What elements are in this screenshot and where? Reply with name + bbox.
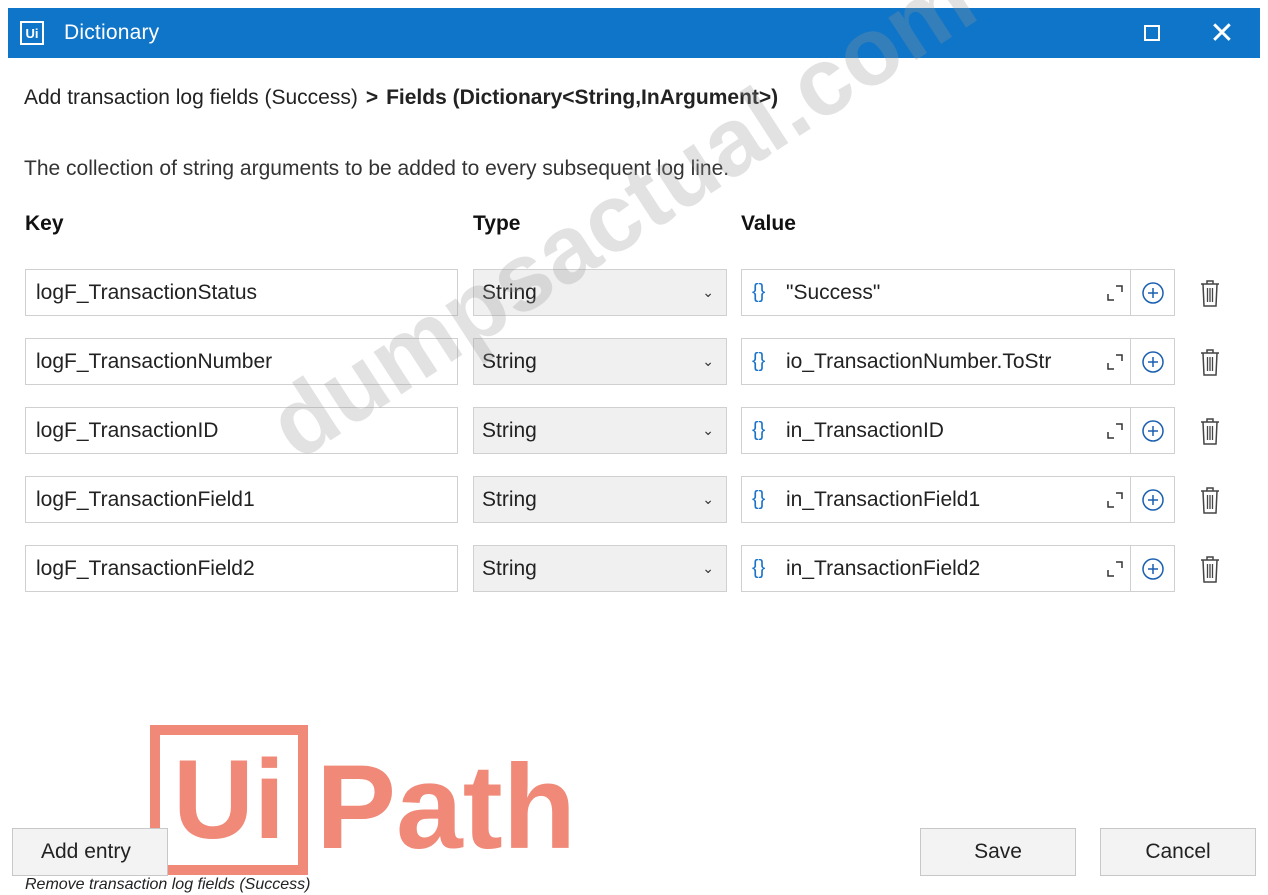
add-argument-button[interactable] <box>1131 269 1175 316</box>
key-text: logF_TransactionField2 <box>36 556 255 580</box>
key-input[interactable]: logF_TransactionField2 <box>25 545 458 592</box>
value-input[interactable]: {} "Success" <box>741 269 1131 316</box>
key-text: logF_TransactionID <box>36 418 219 442</box>
expression-braces-icon: {} <box>752 350 766 372</box>
plus-circle-icon <box>1141 557 1164 580</box>
close-icon: ✕ <box>1209 16 1235 50</box>
type-dropdown[interactable]: String ⌄ <box>473 338 727 385</box>
expand-editor-icon[interactable] <box>1100 422 1130 439</box>
type-text: String <box>482 418 537 442</box>
breadcrumb-separator: > <box>365 86 379 109</box>
column-header-value: Value <box>741 212 796 235</box>
chevron-down-icon: ⌄ <box>702 560 714 576</box>
delete-entry-button[interactable] <box>1192 338 1228 385</box>
dictionary-entry-row: logF_TransactionNumber String ⌄ {} io_Transa… <box>0 338 1268 386</box>
type-dropdown[interactable]: String ⌄ <box>473 476 727 523</box>
trash-icon <box>1201 279 1219 307</box>
key-input[interactable]: logF_TransactionID <box>25 407 458 454</box>
column-header-key: Key <box>25 212 64 235</box>
plus-circle-icon <box>1141 488 1164 511</box>
plus-circle-icon <box>1141 350 1164 373</box>
delete-entry-button[interactable] <box>1192 407 1228 454</box>
plus-circle-icon <box>1141 419 1164 442</box>
expression-braces-icon: {} <box>752 488 766 510</box>
value-input[interactable]: {} in_TransactionField1 <box>741 476 1131 523</box>
add-argument-button[interactable] <box>1131 338 1175 385</box>
key-text: logF_TransactionField1 <box>36 487 255 511</box>
expand-editor-icon[interactable] <box>1100 560 1130 577</box>
expand-editor-icon[interactable] <box>1100 284 1130 301</box>
uipath-overlay-logo: Ui Path <box>150 725 576 875</box>
plus-circle-icon <box>1141 281 1164 304</box>
type-text: String <box>482 556 537 580</box>
add-argument-button[interactable] <box>1131 407 1175 454</box>
expression-braces-icon: {} <box>752 419 766 441</box>
trash-icon <box>1201 486 1219 514</box>
key-text: logF_TransactionStatus <box>36 280 258 304</box>
breadcrumb-parent: Add transaction log fields (Success) <box>24 86 358 109</box>
breadcrumb: Add transaction log fields (Success) > Fie… <box>24 86 778 110</box>
trash-icon <box>1201 555 1219 583</box>
dictionary-entry-row: logF_TransactionID String ⌄ {} in_Transactio… <box>0 407 1268 455</box>
value-input[interactable]: {} in_TransactionField2 <box>741 545 1131 592</box>
trash-icon <box>1201 417 1219 445</box>
type-text: String <box>482 349 537 373</box>
type-dropdown[interactable]: String ⌄ <box>473 269 727 316</box>
value-input[interactable]: {} in_TransactionID <box>741 407 1131 454</box>
chevron-down-icon: ⌄ <box>702 284 714 300</box>
title-bar: Ui Dictionary ✕ <box>8 8 1260 58</box>
add-entry-button[interactable]: Add entry <box>12 828 168 876</box>
value-input[interactable]: {} io_TransactionNumber.ToStr <box>741 338 1131 385</box>
delete-entry-button[interactable] <box>1192 545 1228 592</box>
value-text: "Success" <box>786 280 881 304</box>
logo-path-text: Path <box>316 740 577 874</box>
uipath-app-icon: Ui <box>20 21 44 45</box>
trash-icon <box>1201 348 1219 376</box>
type-text: String <box>482 487 537 511</box>
dictionary-entry-row: logF_TransactionField2 String ⌄ {} in_Transa… <box>0 545 1268 593</box>
value-text: in_TransactionField2 <box>786 556 981 580</box>
expression-braces-icon: {} <box>752 281 766 303</box>
cancel-button[interactable]: Cancel <box>1100 828 1256 876</box>
chevron-down-icon: ⌄ <box>702 422 714 438</box>
chevron-down-icon: ⌄ <box>702 491 714 507</box>
value-text: io_TransactionNumber.ToStr <box>786 349 1052 373</box>
type-dropdown[interactable]: String ⌄ <box>473 545 727 592</box>
expand-editor-icon[interactable] <box>1100 491 1130 508</box>
key-input[interactable]: logF_TransactionNumber <box>25 338 458 385</box>
save-button[interactable]: Save <box>920 828 1076 876</box>
add-argument-button[interactable] <box>1131 545 1175 592</box>
close-button[interactable]: ✕ <box>1194 8 1250 58</box>
window-title: Dictionary <box>64 21 160 44</box>
delete-entry-button[interactable] <box>1192 269 1228 316</box>
footer-caption: Remove transaction log fields (Success) <box>25 876 311 893</box>
key-input[interactable]: logF_TransactionStatus <box>25 269 458 316</box>
value-text: in_TransactionID <box>786 418 944 442</box>
dictionary-entry-row: logF_TransactionField1 String ⌄ {} in_Transa… <box>0 476 1268 524</box>
delete-entry-button[interactable] <box>1192 476 1228 523</box>
key-text: logF_TransactionNumber <box>36 349 273 373</box>
value-text: in_TransactionField1 <box>786 487 981 511</box>
type-dropdown[interactable]: String ⌄ <box>473 407 727 454</box>
property-description: The collection of string arguments to be… <box>24 157 730 180</box>
add-argument-button[interactable] <box>1131 476 1175 523</box>
dictionary-entry-row: logF_TransactionStatus String ⌄ {} "Success" <box>0 269 1268 317</box>
maximize-button[interactable] <box>1124 8 1180 58</box>
logo-ui-box: Ui <box>150 725 308 875</box>
key-input[interactable]: logF_TransactionField1 <box>25 476 458 523</box>
breadcrumb-current: Fields (Dictionary<String,InArgument>) <box>386 86 779 109</box>
type-text: String <box>482 280 537 304</box>
column-header-type: Type <box>473 212 521 235</box>
expand-editor-icon[interactable] <box>1100 353 1130 370</box>
maximize-icon <box>1144 25 1160 41</box>
chevron-down-icon: ⌄ <box>702 353 714 369</box>
expression-braces-icon: {} <box>752 557 766 579</box>
